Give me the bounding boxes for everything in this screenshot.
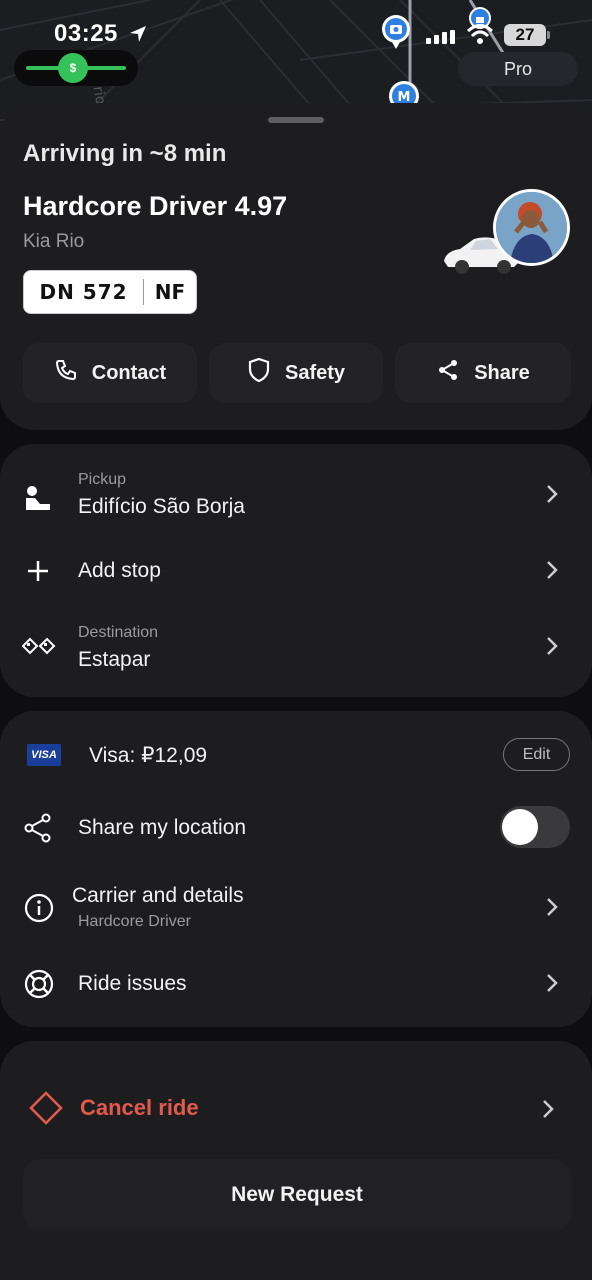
info-icon xyxy=(24,893,54,928)
payment-row[interactable]: VISA Visa: ₽12,09 Edit xyxy=(0,711,592,797)
new-request-button[interactable]: New Request xyxy=(23,1159,571,1231)
phone-icon xyxy=(54,358,78,388)
footer-card: Cancel ride New Request xyxy=(0,1041,592,1280)
ride-issues-row[interactable]: Ride issues xyxy=(0,951,592,1017)
plus-icon xyxy=(26,559,50,588)
payment-label: Visa: ₽12,09 xyxy=(89,744,208,767)
checkered-flag-icon xyxy=(21,636,56,661)
license-plate: DN 572 NF xyxy=(23,270,197,314)
pickup-address: Edifício São Borja xyxy=(78,495,245,518)
edit-payment-button[interactable]: Edit xyxy=(503,738,570,771)
plate-number: DN 572 xyxy=(39,280,128,304)
pro-badge[interactable]: Pro xyxy=(458,52,578,86)
destination-caption: Destination xyxy=(78,624,159,641)
route-card: Pickup Edifício São Borja Add stop Desti… xyxy=(0,444,592,697)
carrier-label: Carrier and details xyxy=(72,884,244,907)
car-model: Kia Rio xyxy=(23,231,85,252)
shield-icon xyxy=(247,357,271,389)
pickup-person-icon xyxy=(22,484,54,517)
contact-button[interactable]: Contact xyxy=(23,343,197,403)
cellular-signal-icon xyxy=(426,30,456,51)
plate-suffix: NF xyxy=(154,280,186,304)
chevron-right-icon xyxy=(546,897,558,922)
cancel-ride-label[interactable]: Cancel ride xyxy=(80,1095,199,1121)
share-label: Share xyxy=(474,361,530,384)
chevron-right-icon xyxy=(546,484,558,509)
add-stop-label: Add stop xyxy=(78,559,161,582)
safety-label: Safety xyxy=(284,361,346,384)
dollar-icon: $ xyxy=(58,53,88,83)
driver-name: Hardcore Driver 4.97 xyxy=(23,191,288,221)
visa-card-icon: VISA xyxy=(27,744,61,766)
driver-card: Arriving in ~8 min Hardcore Driver 4.97 … xyxy=(0,103,592,430)
driver-avatar[interactable] xyxy=(493,189,570,266)
arrival-eta: Arriving in ~8 min xyxy=(23,140,227,167)
ride-issues-label: Ride issues xyxy=(78,972,187,995)
status-time: 03:25 xyxy=(54,20,118,47)
destination-address: Estapar xyxy=(78,648,151,671)
options-card: VISA Visa: ₽12,09 Edit Share my location… xyxy=(0,711,592,1027)
carrier-row[interactable]: Carrier and details Hardcore Driver xyxy=(0,871,592,943)
battery-indicator: 27 xyxy=(504,24,546,46)
contact-label: Contact xyxy=(91,361,167,384)
battery-cap xyxy=(547,31,550,39)
share-icon xyxy=(436,358,460,388)
add-stop-row[interactable]: Add stop xyxy=(0,544,592,598)
chevron-right-icon xyxy=(546,636,558,661)
chevron-right-icon xyxy=(546,973,558,998)
carrier-sub: Hardcore Driver xyxy=(78,913,191,930)
share-button[interactable]: Share xyxy=(395,343,571,403)
toggle-knob xyxy=(502,809,538,845)
lifebuoy-icon xyxy=(24,969,54,1004)
sheet-drag-handle[interactable] xyxy=(268,117,324,123)
destination-row[interactable]: Destination Estapar xyxy=(0,598,592,697)
share-location-icon xyxy=(24,813,52,848)
share-location-label: Share my location xyxy=(78,816,247,839)
chevron-right-icon xyxy=(546,560,558,585)
safety-button[interactable]: Safety xyxy=(209,343,383,403)
wifi-icon xyxy=(466,22,494,51)
earnings-pill[interactable]: $ xyxy=(14,50,138,86)
chevron-right-icon xyxy=(542,1099,554,1124)
location-arrow-icon xyxy=(128,24,148,49)
pickup-caption: Pickup xyxy=(78,471,127,488)
cancel-diamond-icon xyxy=(28,1090,64,1131)
pickup-row[interactable]: Pickup Edifício São Borja xyxy=(0,444,592,544)
share-location-toggle[interactable] xyxy=(500,806,570,848)
